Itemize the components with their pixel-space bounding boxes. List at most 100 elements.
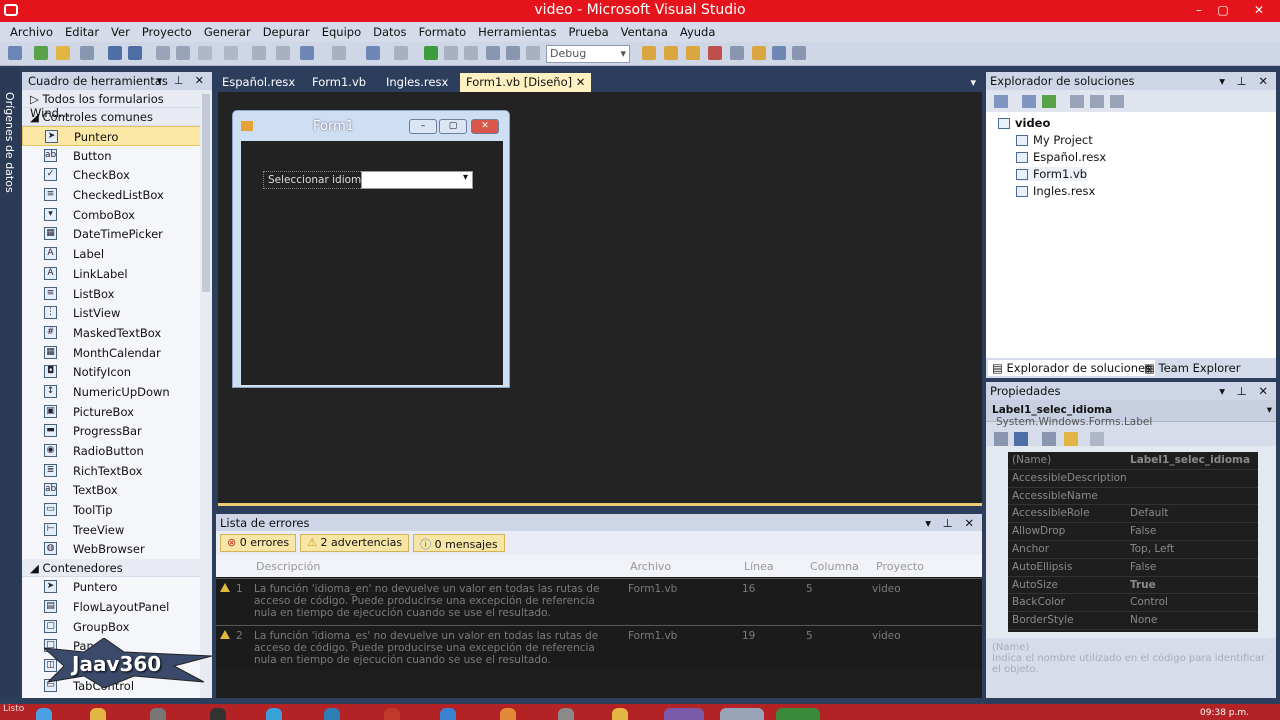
toolbox-item-puntero[interactable]: ➤ Puntero bbox=[22, 577, 212, 597]
form-minimize-button[interactable]: – bbox=[409, 119, 437, 134]
menu-item-prueba[interactable]: Prueba bbox=[562, 22, 614, 42]
toolbox-item-tooltip[interactable]: ▭ ToolTip bbox=[22, 500, 212, 520]
chrome-taskbar-icon[interactable] bbox=[266, 708, 282, 720]
navigate-forward-icon[interactable] bbox=[394, 46, 408, 60]
property-row[interactable]: AutoEllipsis False bbox=[1008, 559, 1258, 577]
menu-item-equipo[interactable]: Equipo bbox=[316, 22, 367, 42]
explorer-taskbar-icon[interactable] bbox=[90, 708, 106, 720]
panel-controls-icon[interactable]: ▾ ⊥ ✕ bbox=[157, 74, 208, 87]
toolbox-item-checkbox[interactable]: ✓ CheckBox bbox=[22, 165, 212, 185]
messages-filter-button[interactable]: ⓘ 0 mensajes bbox=[413, 534, 505, 552]
col-line[interactable]: Línea bbox=[744, 560, 774, 573]
toolbox-item-linklabel[interactable]: A LinkLabel bbox=[22, 264, 212, 284]
scrollbar-thumb[interactable] bbox=[202, 94, 210, 292]
events-icon[interactable] bbox=[1064, 432, 1078, 446]
extensions-icon[interactable] bbox=[772, 46, 786, 60]
menu-item-generar[interactable]: Generar bbox=[198, 22, 257, 42]
errors-filter-button[interactable]: ⊗ 0 errores bbox=[220, 534, 297, 552]
panel-controls-icon[interactable]: ▾ ⊥ ✕ bbox=[1219, 384, 1272, 398]
toolbox-item-listview[interactable]: ⋮ ListView bbox=[22, 303, 212, 323]
toolbox-item-monthcalendar[interactable]: ▦ MonthCalendar bbox=[22, 343, 212, 363]
add-item-icon[interactable] bbox=[34, 46, 48, 60]
toolbox-scrollbar[interactable] bbox=[200, 90, 212, 698]
menu-item-ventana[interactable]: Ventana bbox=[615, 22, 674, 42]
menu-item-archivo[interactable]: Archivo bbox=[4, 22, 59, 42]
class-diagram-icon[interactable] bbox=[1110, 95, 1124, 108]
app-taskbar-icon[interactable] bbox=[558, 708, 574, 720]
col-description[interactable]: Descripción bbox=[256, 560, 320, 573]
solution-config-select[interactable]: Debug ▾ bbox=[546, 45, 630, 63]
menu-item-datos[interactable]: Datos bbox=[367, 22, 412, 42]
tab-team-explorer[interactable]: ▦ Team Explorer bbox=[1140, 360, 1244, 376]
toolbox-item-puntero[interactable]: ➤ Puntero bbox=[22, 126, 212, 146]
toolbox-item-richtextbox[interactable]: ≣ RichTextBox bbox=[22, 461, 212, 481]
paste-icon[interactable] bbox=[198, 46, 212, 60]
property-row[interactable]: AutoSize True bbox=[1008, 577, 1258, 595]
maximize-button[interactable]: ▢ bbox=[1210, 0, 1236, 20]
col-column[interactable]: Columna bbox=[810, 560, 859, 573]
layout-icon[interactable] bbox=[80, 46, 94, 60]
menu-item-editar[interactable]: Editar bbox=[59, 22, 105, 42]
object-browser-icon[interactable] bbox=[708, 46, 722, 60]
solution-explorer-icon[interactable] bbox=[664, 46, 678, 60]
app-taskbar-icon[interactable] bbox=[500, 708, 516, 720]
col-file[interactable]: Archivo bbox=[630, 560, 671, 573]
property-row[interactable]: BackColor Control bbox=[1008, 594, 1258, 613]
toolbox-icon[interactable] bbox=[730, 46, 744, 60]
app-taskbar-icon[interactable] bbox=[720, 708, 764, 720]
tab-solution-explorer[interactable]: ▤ Explorador de soluciones bbox=[988, 360, 1156, 376]
object-selector[interactable]: Label1_selec_idioma System.Windows.Forms… bbox=[986, 400, 1276, 428]
property-row[interactable]: BorderStyle None bbox=[1008, 612, 1258, 630]
toolbox-group-containers[interactable]: ◢ Contenedores bbox=[22, 559, 212, 578]
media-taskbar-icon[interactable] bbox=[210, 708, 226, 720]
menu-item-formato[interactable]: Formato bbox=[413, 22, 473, 42]
toolbox-item-progressbar[interactable]: ▬ ProgressBar bbox=[22, 421, 212, 441]
start-page-icon[interactable] bbox=[752, 46, 766, 60]
app-taskbar-icon[interactable] bbox=[324, 708, 340, 720]
toolbox-item-combobox[interactable]: ▾ ComboBox bbox=[22, 205, 212, 225]
save-all-icon[interactable] bbox=[128, 46, 142, 60]
data-sources-strip[interactable]: Orígenes de datos bbox=[0, 68, 20, 698]
property-value[interactable]: False bbox=[1130, 525, 1156, 537]
property-row[interactable]: AccessibleDescription bbox=[1008, 470, 1258, 488]
solution-item[interactable]: Form1.vb bbox=[1016, 167, 1088, 181]
app-taskbar-icon[interactable] bbox=[776, 708, 820, 720]
solution-item[interactable]: My Project bbox=[1016, 133, 1093, 147]
property-value[interactable]: Control bbox=[1130, 596, 1168, 608]
toolbox-item-treeview[interactable]: ⊢ TreeView bbox=[22, 520, 212, 540]
solution-root-item[interactable]: video bbox=[998, 116, 1050, 130]
pause-icon[interactable] bbox=[444, 46, 458, 60]
properties-window-icon[interactable] bbox=[686, 46, 700, 60]
visual-studio-taskbar-icon[interactable] bbox=[664, 708, 704, 720]
property-row[interactable]: AllowDrop False bbox=[1008, 523, 1258, 541]
tab-espanol-resx[interactable]: Español.resx bbox=[216, 73, 301, 92]
step-into-icon[interactable] bbox=[486, 46, 500, 60]
find-in-files-icon[interactable] bbox=[642, 46, 656, 60]
toolbox-item-picturebox[interactable]: ▣ PictureBox bbox=[22, 402, 212, 422]
tab-form1-vb[interactable]: Form1.vb bbox=[306, 73, 372, 92]
toolbox-item-numericupdown[interactable]: ↕ NumericUpDown bbox=[22, 382, 212, 402]
property-value[interactable]: False bbox=[1130, 561, 1156, 573]
col-project[interactable]: Proyecto bbox=[876, 560, 924, 573]
refresh-icon[interactable] bbox=[1042, 95, 1056, 108]
property-row[interactable]: AccessibleRole Default bbox=[1008, 505, 1258, 524]
view-designer-icon[interactable] bbox=[1090, 95, 1104, 108]
toolbox-item-listbox[interactable]: ≡ ListBox bbox=[22, 284, 212, 304]
tab-form1-design[interactable]: Form1.vb [Diseño] ✕ bbox=[460, 73, 592, 92]
property-pages-icon[interactable] bbox=[1090, 432, 1104, 446]
toolbox-item-flowlayoutpanel[interactable]: ▤ FlowLayoutPanel bbox=[22, 597, 212, 617]
undo-icon[interactable] bbox=[300, 46, 314, 60]
app-taskbar-icon[interactable] bbox=[384, 708, 400, 720]
form-maximize-button[interactable]: ▢ bbox=[439, 119, 467, 134]
toolbox-group-common[interactable]: ◢ Controles comunes bbox=[22, 108, 212, 126]
app-taskbar-icon[interactable] bbox=[150, 708, 166, 720]
property-value[interactable]: Top, Left bbox=[1130, 543, 1174, 555]
tab-overflow-icon[interactable]: ▾ bbox=[970, 76, 976, 89]
toolbox-item-button[interactable]: ab Button bbox=[22, 146, 212, 166]
panel-controls-icon[interactable]: ▾ ⊥ ✕ bbox=[1219, 74, 1272, 88]
app-taskbar-icon[interactable] bbox=[612, 708, 628, 720]
toolbox-group-all[interactable]: ▷ Todos los formularios Wind... bbox=[22, 90, 212, 120]
open-icon[interactable] bbox=[56, 46, 70, 60]
step-over-icon[interactable] bbox=[506, 46, 520, 60]
toolbox-item-webbrowser[interactable]: ◍ WebBrowser bbox=[22, 539, 212, 559]
